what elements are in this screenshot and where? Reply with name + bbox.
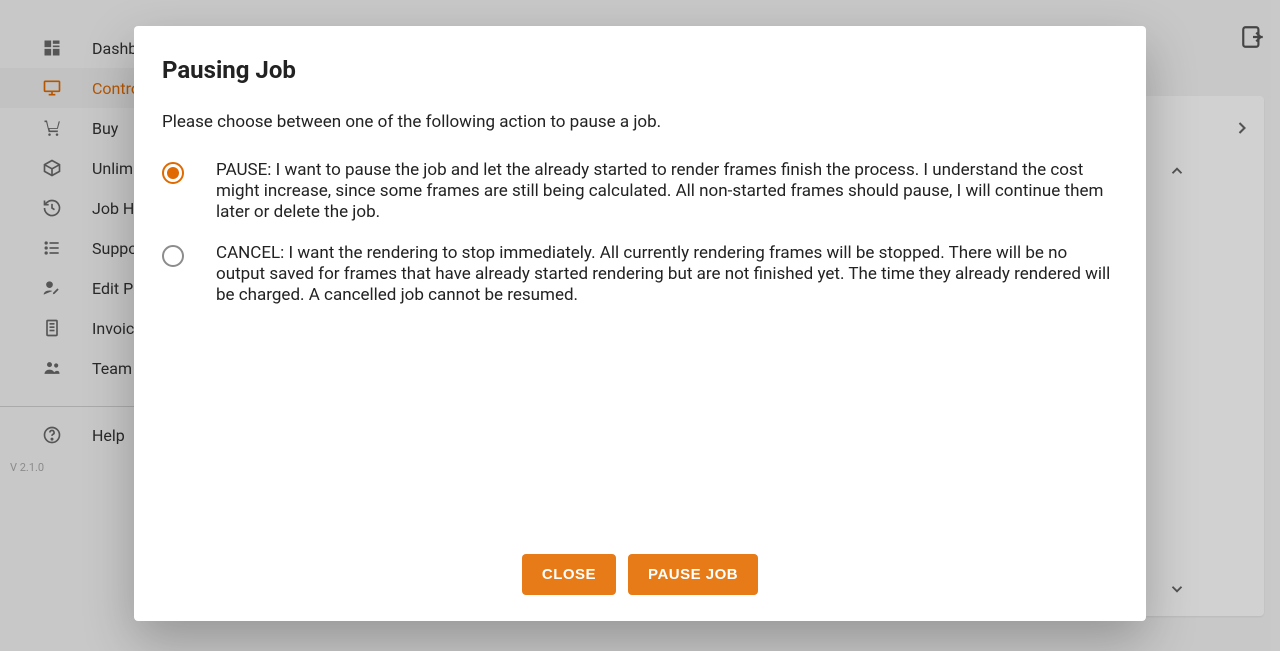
radio-pause[interactable]: [162, 162, 184, 184]
close-button[interactable]: CLOSE: [522, 554, 616, 595]
modal-subtitle: Please choose between one of the followi…: [162, 112, 1118, 132]
option-cancel[interactable]: CANCEL: I want the rendering to stop imm…: [162, 243, 1118, 306]
pausing-job-modal: Pausing Job Please choose between one of…: [134, 26, 1146, 621]
modal-overlay: Pausing Job Please choose between one of…: [0, 0, 1280, 651]
option-pause-text: PAUSE: I want to pause the job and let t…: [216, 160, 1118, 223]
option-pause[interactable]: PAUSE: I want to pause the job and let t…: [162, 160, 1118, 223]
pause-job-button[interactable]: PAUSE JOB: [628, 554, 758, 595]
modal-actions: CLOSE PAUSE JOB: [162, 554, 1118, 599]
radio-cancel[interactable]: [162, 245, 184, 267]
modal-title: Pausing Job: [162, 56, 1118, 84]
option-cancel-text: CANCEL: I want the rendering to stop imm…: [216, 243, 1118, 306]
